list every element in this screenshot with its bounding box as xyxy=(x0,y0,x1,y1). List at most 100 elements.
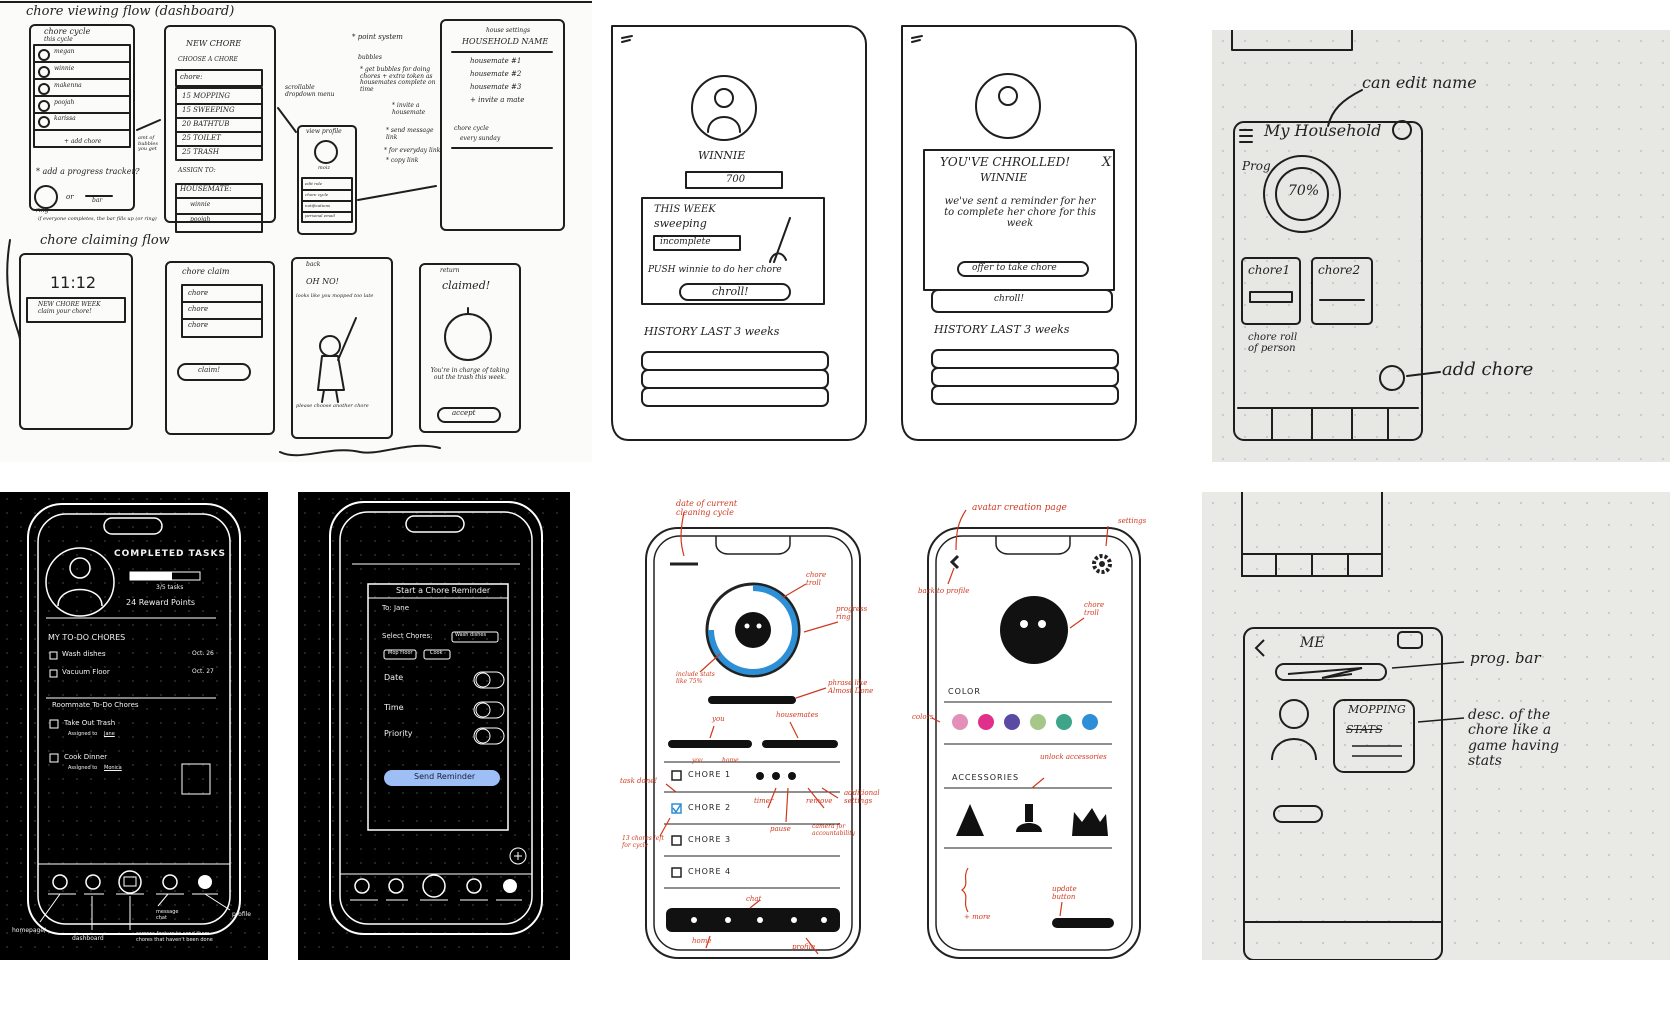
reminder-title: Start a Chore Reminder xyxy=(396,586,491,595)
chore-status: incomplete xyxy=(660,237,711,247)
prog-bar-note: prog. bar xyxy=(1470,649,1541,667)
color-swatch[interactable] xyxy=(952,714,968,730)
profile-item[interactable]: chore cycle xyxy=(305,192,328,197)
assigned-label: Assigned to xyxy=(68,731,98,737)
add-chore-link[interactable]: + add chore xyxy=(64,138,101,146)
claim-notification[interactable]: NEW CHORE WEEK claim your chore! xyxy=(38,301,118,315)
todo-item[interactable]: Wash dishes xyxy=(62,650,106,659)
annotation-camera: camera feature to send them chores that … xyxy=(136,931,213,943)
annotation-pause: pause xyxy=(770,825,791,833)
annotation-back: back to profile xyxy=(918,587,970,595)
roommate-chore[interactable]: Take Out Trash xyxy=(64,719,115,728)
cycle-label: chore cycle xyxy=(454,125,489,132)
this-cycle-label: this cycle xyxy=(44,36,73,43)
cycle-value: every sunday xyxy=(460,135,501,142)
chore-option[interactable]: 25 TOILET xyxy=(182,134,221,143)
color-swatch[interactable] xyxy=(978,714,994,730)
or-label: or xyxy=(66,193,74,201)
accept-button[interactable]: accept xyxy=(452,409,475,418)
invite-mate-link[interactable]: + invite a mate xyxy=(470,96,524,105)
claim-item[interactable]: chore xyxy=(188,321,208,330)
chore-select-dropdown[interactable]: Wash dishes xyxy=(455,632,486,639)
chore-claim-title: chore claim xyxy=(182,267,230,276)
house-list-item: housemate #3 xyxy=(470,83,522,91)
close-icon[interactable]: X xyxy=(1102,155,1111,170)
annotation-profile: profile xyxy=(792,943,816,951)
chore-chip[interactable]: Cook xyxy=(430,650,443,657)
chore-card-2[interactable]: chore2 xyxy=(1318,263,1360,277)
return-link[interactable]: return xyxy=(440,267,459,275)
me-title: ME xyxy=(1300,635,1325,651)
assigned-label: Assigned to xyxy=(68,765,98,771)
ring-label: ring xyxy=(36,207,49,214)
housemate-label: HOUSEMATE: xyxy=(180,185,232,193)
push-text: PUSH winnie to do her chore xyxy=(648,265,782,275)
task-count: 3/5 tasks xyxy=(156,584,184,591)
lock-screen-time: 11:12 xyxy=(50,273,97,292)
panel-avatar-creation: avatar creation page settings back to pr… xyxy=(912,492,1172,960)
chore-chip[interactable]: Mop Floor xyxy=(388,650,413,657)
prog-label: Prog xyxy=(1242,159,1271,173)
annotation-housemates: housemates xyxy=(776,711,819,719)
annotation-home-2: home xyxy=(692,937,712,945)
can-edit-note: can edit name xyxy=(1362,73,1477,92)
panel-chrolled-modal: YOU'VE CHROLLED! X WINNIE we've sent a r… xyxy=(890,0,1152,462)
chore-card-1[interactable]: chore1 xyxy=(1248,263,1290,277)
row-label: karissa xyxy=(54,115,76,122)
chroll-button[interactable]: chroll! xyxy=(712,285,749,298)
profile-item[interactable]: personal email xyxy=(305,213,335,218)
select-chores-label: Select Chores: xyxy=(382,632,433,640)
house-list-item: housemate #2 xyxy=(470,70,522,78)
color-swatch[interactable] xyxy=(1004,714,1020,730)
panel-chore-reminder: Start a Chore Reminder To: Jane Select C… xyxy=(298,492,570,960)
dashboard-title: chore viewing flow (dashboard) xyxy=(26,4,235,19)
row-label: poojah xyxy=(54,99,75,106)
claim-button[interactable]: claim! xyxy=(198,366,220,375)
progress-tracker-note: * add a progress tracker? xyxy=(36,167,140,176)
todo-item[interactable]: Vacuum Floor xyxy=(62,668,110,677)
chore-option[interactable]: 15 MOPPING xyxy=(182,92,230,101)
panel-me-profile: ME prog. bar MOPPING STATS desc. of the … xyxy=(1202,492,1670,960)
annotation-troll: chore troll xyxy=(806,571,827,587)
roommate-chore[interactable]: Cook Dinner xyxy=(64,753,107,762)
chroll-button[interactable]: chroll! xyxy=(994,294,1024,305)
profile-item[interactable]: notifications xyxy=(305,203,330,208)
profile-item[interactable]: edit role xyxy=(305,181,322,186)
annotation-more: + more xyxy=(964,913,991,921)
offer-button[interactable]: offer to take chore xyxy=(972,263,1057,274)
chore-row[interactable]: CHORE 4 xyxy=(688,867,731,877)
chore-roll-note: chore roll of person xyxy=(1248,332,1298,354)
todo-date: Oct. 26 xyxy=(192,650,214,657)
household-title[interactable]: My Household xyxy=(1264,122,1381,140)
chore-row[interactable]: CHORE 1 xyxy=(688,770,731,780)
send-reminder-button[interactable]: Send Reminder xyxy=(414,772,475,782)
back-link[interactable]: back xyxy=(306,261,320,269)
color-swatch[interactable] xyxy=(1082,714,1098,730)
panel-dark-dashboard: COMPLETED TASKS 3/5 tasks 24 Reward Poin… xyxy=(0,492,268,960)
chore-option[interactable]: 25 TRASH xyxy=(182,148,219,157)
in-charge-text: You're in charge of taking out the trash… xyxy=(430,367,510,381)
assign-to-label: ASSIGN TO: xyxy=(178,167,216,174)
claim-item[interactable]: chore xyxy=(188,289,208,298)
note: * point system xyxy=(352,33,403,41)
claim-item[interactable]: chore xyxy=(188,305,208,314)
assigned-name: Jane xyxy=(104,731,115,737)
annotation-progress: progress ring xyxy=(836,605,868,621)
annotation-phrase: phrase like Almost Done xyxy=(828,679,874,695)
note: * invite a housemate xyxy=(392,102,426,116)
annotation-date: date of current cleaning cycle xyxy=(676,499,738,517)
chore-row[interactable]: CHORE 2 xyxy=(688,803,731,813)
panel-winnie-profile: WINNIE 700 THIS WEEK sweeping incomplete… xyxy=(600,0,882,462)
view-profile-label: view profile xyxy=(306,128,342,135)
annotation-you-2: you xyxy=(692,757,703,764)
color-swatch[interactable] xyxy=(1056,714,1072,730)
chore-option[interactable]: 20 BATHTUB xyxy=(182,120,229,129)
chore-option[interactable]: 15 SWEEPING xyxy=(182,106,235,115)
color-swatch[interactable] xyxy=(1030,714,1046,730)
housemate-option[interactable]: winnie xyxy=(190,201,210,209)
housemate-option[interactable]: poojah xyxy=(190,216,210,224)
chore-row[interactable]: CHORE 3 xyxy=(688,835,731,845)
progress-percent: 70% xyxy=(1288,183,1320,199)
chore-field[interactable]: chore: xyxy=(180,73,203,82)
annotation-update: update button xyxy=(1052,885,1077,901)
